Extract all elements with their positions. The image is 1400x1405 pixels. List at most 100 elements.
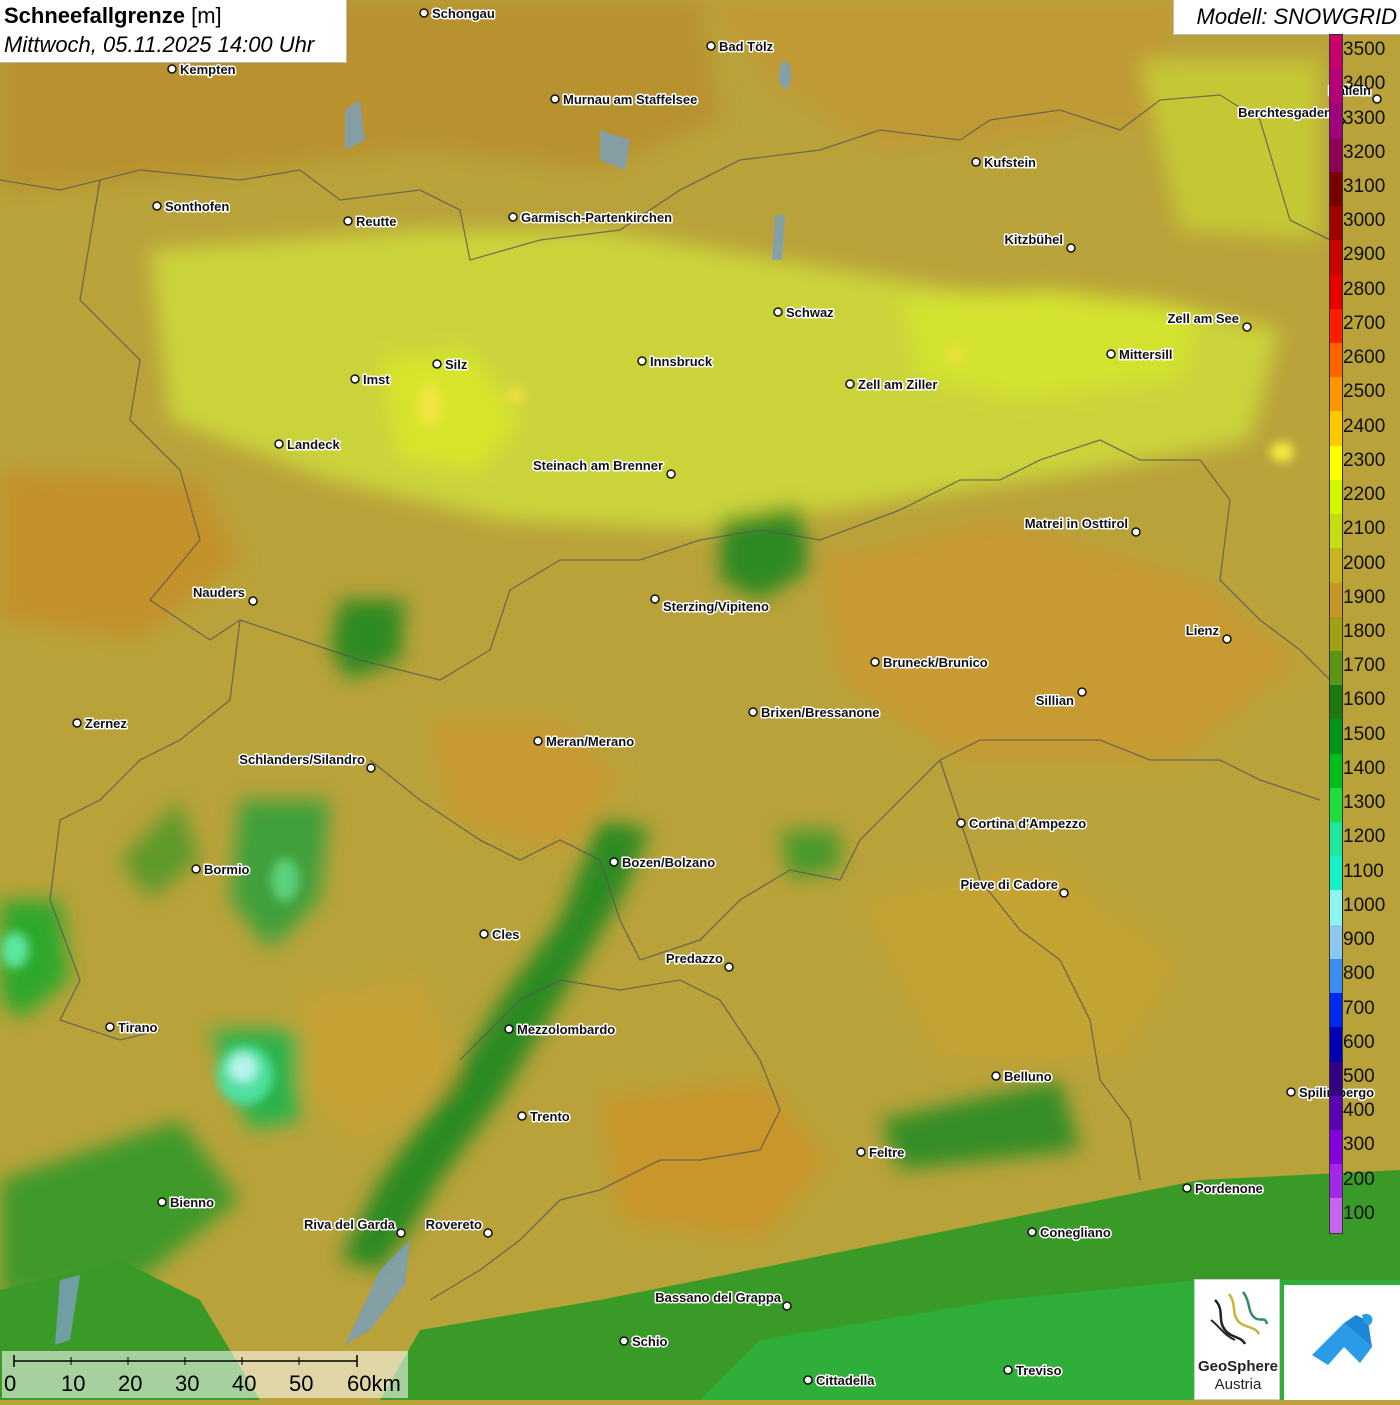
city-dot-icon bbox=[366, 763, 376, 773]
city-marker[interactable]: Mezzolombardo bbox=[504, 1021, 617, 1039]
city-dot-icon bbox=[343, 216, 353, 226]
city-dot-icon bbox=[1222, 634, 1232, 644]
city-dot-icon bbox=[396, 1228, 406, 1238]
scale-label: 0 bbox=[4, 1371, 17, 1396]
geosphere-name: GeoSphere bbox=[1197, 1358, 1279, 1375]
legend-colorbar bbox=[1329, 34, 1343, 1234]
legend-label: 1300 bbox=[1343, 792, 1386, 814]
city-label: Imst bbox=[363, 372, 390, 387]
city-marker[interactable]: Schongau bbox=[419, 5, 496, 23]
city-dot-icon bbox=[856, 1147, 866, 1157]
city-marker[interactable]: Pordenone bbox=[1182, 1180, 1264, 1198]
legend-label: 2300 bbox=[1343, 449, 1386, 471]
city-label: Murnau am Staffelsee bbox=[563, 92, 697, 107]
snowfall-limit-map[interactable]: Kempten Schongau Bad Tölz Murnau am Staffel… bbox=[0, 0, 1400, 1400]
legend-swatch bbox=[1330, 411, 1342, 446]
city-label: Pieve di Cadore bbox=[960, 877, 1058, 892]
legend-label: 1800 bbox=[1343, 621, 1386, 642]
title-panel: Schneefallgrenze [m] Mittwoch, 05.11.202… bbox=[0, 0, 347, 63]
color-legend: 3500 3400 3300 3200 3100 3000 2900 2800 2700 2600… bbox=[1329, 34, 1400, 1234]
city-dot-icon bbox=[350, 374, 360, 384]
map-title-unit: [m] bbox=[191, 3, 222, 28]
legend-swatch bbox=[1330, 1027, 1342, 1062]
scale-label: 50 bbox=[289, 1371, 314, 1396]
city-dot-icon bbox=[479, 929, 489, 939]
legend-label: 3200 bbox=[1343, 141, 1386, 163]
legend-swatch bbox=[1330, 1130, 1342, 1165]
legend-swatch bbox=[1330, 548, 1342, 583]
city-dot-icon bbox=[637, 356, 647, 366]
legend-swatch bbox=[1330, 958, 1342, 994]
geosphere-logo[interactable]: GeoSphere Austria bbox=[1194, 1279, 1280, 1400]
city-dot-icon bbox=[419, 8, 429, 18]
city-dot-icon bbox=[609, 857, 619, 867]
legend-label: 1600 bbox=[1343, 689, 1386, 711]
city-marker[interactable]: Conegliano bbox=[1027, 1224, 1112, 1242]
geosphere-sub: Austria bbox=[1214, 1376, 1262, 1393]
map-datetime: Mittwoch, 05.11.2025 14:00 Uhr bbox=[4, 32, 315, 57]
city-marker[interactable]: Garmisch-Partenkirchen bbox=[508, 209, 674, 227]
city-marker[interactable]: Bozen/Bolzano bbox=[609, 854, 717, 872]
city-marker[interactable]: Meran/Merano bbox=[533, 733, 636, 751]
city-label: Cortina d'Ampezzo bbox=[969, 816, 1086, 831]
city-label: Riva del Garda bbox=[304, 1217, 396, 1232]
legend-label: 600 bbox=[1343, 1031, 1375, 1053]
city-marker[interactable]: Brixen/Bressanone bbox=[748, 704, 881, 722]
city-dot-icon bbox=[956, 818, 966, 828]
legend-label: 1100 bbox=[1343, 860, 1384, 882]
city-marker[interactable]: Murnau am Staffelsee bbox=[550, 91, 699, 109]
legend-swatch bbox=[1330, 274, 1342, 309]
legend-swatch bbox=[1330, 685, 1342, 720]
city-dot-icon bbox=[619, 1336, 629, 1346]
city-marker[interactable]: Sonthofen bbox=[152, 198, 231, 216]
scale-bar-ruler bbox=[13, 1355, 358, 1367]
legend-swatch bbox=[1330, 1061, 1342, 1096]
city-label: Schio bbox=[632, 1334, 667, 1349]
city-label: Garmisch-Partenkirchen bbox=[521, 210, 672, 225]
legend-label: 1900 bbox=[1343, 586, 1386, 608]
city-dot-icon bbox=[105, 1022, 115, 1032]
city-dot-icon bbox=[1131, 527, 1141, 537]
legend-swatch bbox=[1330, 69, 1342, 104]
city-label: Trento bbox=[530, 1109, 570, 1124]
city-dot-icon bbox=[748, 707, 758, 717]
app-logo[interactable] bbox=[1284, 1285, 1400, 1400]
legend-label: 2200 bbox=[1343, 484, 1386, 506]
city-label: Bruneck/Brunico bbox=[883, 655, 988, 670]
city-dot-icon bbox=[1077, 687, 1087, 697]
city-marker[interactable]: Zell am Ziller bbox=[845, 376, 939, 394]
city-marker[interactable]: Innsbruck bbox=[637, 353, 714, 371]
scale-label: 20 bbox=[118, 1371, 143, 1396]
city-dot-icon bbox=[504, 1024, 514, 1034]
city-label: Kempten bbox=[180, 62, 236, 77]
city-label: Zernez bbox=[85, 716, 127, 731]
city-label: Reutte bbox=[356, 214, 396, 229]
city-marker[interactable]: Bruneck/Brunico bbox=[870, 654, 989, 672]
legend-label: 800 bbox=[1343, 963, 1375, 985]
city-dot-icon bbox=[706, 41, 716, 51]
city-dot-icon bbox=[782, 1301, 792, 1311]
city-label: Rovereto bbox=[426, 1217, 482, 1232]
legend-label: 400 bbox=[1343, 1100, 1375, 1122]
city-marker[interactable]: Cortina d'Ampezzo bbox=[956, 815, 1088, 833]
legend-swatch bbox=[1330, 35, 1342, 70]
city-dot-icon bbox=[773, 307, 783, 317]
legend-label: 1500 bbox=[1343, 723, 1386, 745]
map-title-bold: Schneefallgrenze bbox=[4, 3, 185, 28]
legend-swatch bbox=[1330, 514, 1342, 549]
legend-swatch bbox=[1330, 137, 1342, 172]
city-label: Cles bbox=[492, 927, 519, 942]
legend-swatch bbox=[1330, 377, 1342, 412]
legend-swatch bbox=[1330, 822, 1342, 857]
city-label: Kufstein bbox=[984, 155, 1036, 170]
city-label: Bormio bbox=[204, 862, 250, 877]
legend-swatch bbox=[1330, 719, 1342, 754]
city-dot-icon bbox=[1027, 1227, 1037, 1237]
city-dot-icon bbox=[803, 1375, 813, 1385]
legend-label: 2900 bbox=[1343, 244, 1386, 266]
legend-label: 3000 bbox=[1343, 210, 1386, 232]
scale-label: 10 bbox=[61, 1371, 86, 1396]
city-label: Bassano del Grappa bbox=[655, 1290, 781, 1305]
legend-label: 700 bbox=[1343, 997, 1375, 1019]
city-label: Feltre bbox=[869, 1145, 904, 1160]
